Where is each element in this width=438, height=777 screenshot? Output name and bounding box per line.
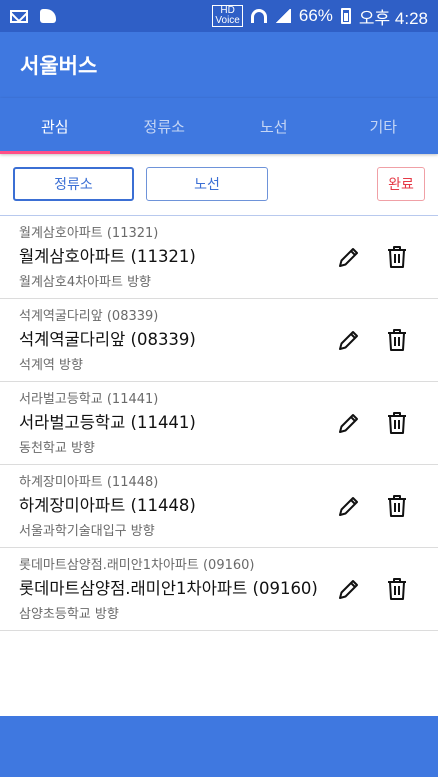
list-item[interactable]: 월계삼호아파트 (11321) 월계삼호아파트 (11321) 월계삼호4차아파…: [0, 216, 438, 299]
list-item[interactable]: 서라벌고등학교 (11441) 서라벌고등학교 (11441) 동천학교 방향: [0, 382, 438, 465]
pencil-icon[interactable]: [336, 244, 362, 270]
pencil-icon[interactable]: [336, 493, 362, 519]
app-notification-icon: [40, 9, 56, 23]
item-sub-title: 하계장미아파트 (11448): [19, 475, 159, 490]
item-title: 하계장미아파트 (11448): [19, 496, 196, 515]
pencil-icon[interactable]: [336, 576, 362, 602]
app-title: 서울버스: [20, 54, 98, 78]
trash-icon[interactable]: [385, 244, 409, 270]
item-sub-title: 롯데마트삼양점.래미안1차아파트 (09160): [19, 558, 255, 573]
item-direction: 석계역 방향: [19, 358, 83, 373]
favorites-list: 월계삼호아파트 (11321) 월계삼호아파트 (11321) 월계삼호4차아파…: [0, 216, 438, 631]
tab-etc[interactable]: 기타: [329, 98, 438, 154]
trash-icon[interactable]: [385, 576, 409, 602]
item-direction: 서울과학기술대입구 방향: [19, 524, 155, 539]
tab-bar: 관심 정류소 노선 기타: [0, 98, 438, 154]
bottom-bar: [0, 716, 438, 777]
list-item[interactable]: 롯데마트삼양점.래미안1차아파트 (09160) 롯데마트삼양점.래미안1차아파…: [0, 548, 438, 631]
trash-icon[interactable]: [385, 327, 409, 353]
signal-icon: [274, 9, 291, 23]
item-title: 롯데마트삼양점.래미안1차아파트 (09160): [19, 579, 318, 598]
favorites-toolbar: 정류소 노선 완료: [0, 154, 438, 216]
item-sub-title: 월계삼호아파트 (11321): [19, 226, 159, 241]
tab-stops[interactable]: 정류소: [110, 98, 220, 154]
battery-percent: 66%: [298, 6, 333, 25]
done-button[interactable]: 완료: [377, 167, 425, 201]
app-bar: 서울버스: [0, 32, 438, 98]
tab-favorites[interactable]: 관심: [0, 98, 110, 154]
trash-icon[interactable]: [385, 410, 409, 436]
hd-voice-icon: HD Voice: [212, 5, 243, 27]
item-sub-title: 석계역굴다리앞 (08339): [19, 309, 159, 324]
item-direction: 삼양초등학교 방향: [19, 607, 119, 622]
item-title: 월계삼호아파트 (11321): [19, 247, 196, 266]
item-direction: 월계삼호4차아파트 방향: [19, 275, 152, 290]
list-item[interactable]: 석계역굴다리앞 (08339) 석계역굴다리앞 (08339) 석계역 방향: [0, 299, 438, 382]
clock: 오후 4:28: [358, 8, 428, 28]
trash-icon[interactable]: [385, 493, 409, 519]
item-title: 석계역굴다리앞 (08339): [19, 330, 196, 349]
mail-notification-icon: [10, 9, 28, 23]
tab-routes[interactable]: 노선: [219, 98, 329, 154]
filter-routes-button[interactable]: 노선: [146, 167, 268, 201]
item-title: 서라벌고등학교 (11441): [19, 413, 196, 432]
wifi-icon: [250, 9, 267, 23]
item-sub-title: 서라벌고등학교 (11441): [19, 392, 159, 407]
filter-stops-button[interactable]: 정류소: [13, 167, 134, 201]
pencil-icon[interactable]: [336, 410, 362, 436]
pencil-icon[interactable]: [336, 327, 362, 353]
list-item[interactable]: 하계장미아파트 (11448) 하계장미아파트 (11448) 서울과학기술대입…: [0, 465, 438, 548]
item-direction: 동천학교 방향: [19, 441, 95, 456]
battery-icon: [340, 8, 351, 24]
status-bar: HD Voice 66% 오후 4:28: [0, 0, 438, 32]
